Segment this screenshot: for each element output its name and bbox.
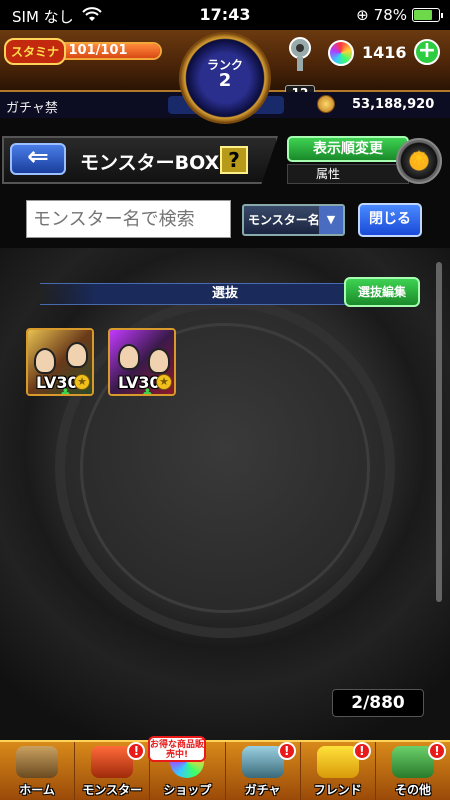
rotation-lock-icon: ⊕ [356,6,369,24]
character-face [118,344,140,370]
nav-monster[interactable]: ! モンスター [75,742,151,800]
status-bar: SIM なし 17:43 ⊕ 78% [0,0,450,30]
nav-label: ホーム [19,783,55,797]
nav-friend[interactable]: ! フレンド [301,742,376,800]
help-button[interactable]: ? [220,146,248,174]
search-input[interactable] [26,200,231,238]
chevron-down-icon: ▼ [319,206,343,234]
character-face [148,348,170,374]
monster-card[interactable]: LV30 ★ ♣ [108,328,176,396]
nav-other[interactable]: ! その他 [376,742,450,800]
monster-level: LV30 [118,373,161,392]
monster-list-area [0,248,450,740]
sort-order-button[interactable]: 表示順変更 [287,136,409,162]
alert-badge: ! [352,742,371,760]
alert-badge: ! [277,742,296,760]
orb-icon [328,40,354,66]
rank-value: 2 [218,70,232,91]
page-title: モンスターBOX [80,152,220,174]
character-face [66,342,88,368]
luck-clover-icon: ♣ [60,386,71,396]
sort-select-value: モンスター名 [248,213,320,227]
nav-label: ガチャ [244,783,281,797]
nav-label: フレンド [313,783,362,797]
gacha-status: ガチャ禁 [6,101,58,116]
monster-card[interactable]: LV30 ★ ♣ [26,328,94,396]
coin-count: 53,188,920 [352,97,435,112]
shop-promo-badge: お得な商品販売中! [148,736,206,762]
alert-badge: ! [428,742,447,760]
stamina-meter: スタミナ 101/101 [4,38,162,65]
battery-percent: 78% [373,6,407,24]
bottom-nav: ホーム ! モンスター ショップ ! ガチャ ! フレンド ! その他 [0,740,450,800]
rank-emblem[interactable]: ランク 2 [179,32,271,124]
back-button[interactable]: ⇐ [10,143,66,175]
stamina-value: 101/101 [68,43,128,58]
nav-home[interactable]: ホーム [0,742,76,800]
sort-select[interactable]: モンスター名 ▼ [242,204,345,236]
luck-clover-icon: ♣ [142,386,153,396]
castle-icon [16,746,59,778]
nav-label: ショップ [163,783,212,797]
alert-badge: ! [127,742,146,760]
close-button[interactable]: 閉じる [358,203,422,237]
edit-selection-button[interactable]: 選抜編集 [344,277,420,307]
key-icon[interactable] [285,35,315,75]
coin-icon [317,95,335,113]
nav-label: モンスター [82,783,143,797]
sun-icon: ☀ [410,146,428,170]
top-header: スタミナ 101/101 ランク 2 12 1416 + [0,30,450,124]
buy-orbs-button[interactable]: + [414,39,440,65]
character-face [34,348,56,374]
star-icon: ★ [74,374,90,390]
box-count: 2/880 [332,689,424,717]
nav-label: その他 [394,783,431,797]
star-icon: ★ [156,374,172,390]
battery-icon [412,8,443,22]
nav-gacha[interactable]: ! ガチャ [226,742,301,800]
attribute-filter[interactable]: 属性 [287,164,409,184]
orb-count: 1416 [362,43,407,62]
monster-level: LV30 [36,373,79,392]
scrollbar[interactable] [436,262,442,602]
